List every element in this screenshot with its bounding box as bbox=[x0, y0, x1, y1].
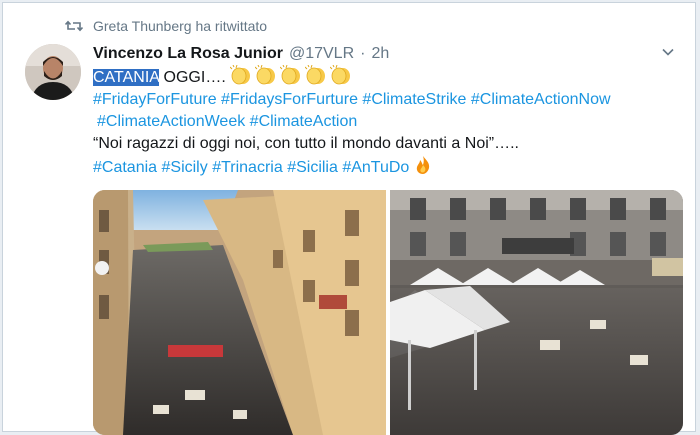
hashtag-link[interactable]: #AnTuDo bbox=[342, 159, 409, 176]
clapping-hands-icon bbox=[255, 65, 276, 85]
hashtag-link[interactable]: #Sicilia bbox=[287, 159, 338, 176]
fire-icon bbox=[416, 156, 429, 174]
display-name[interactable]: Vincenzo La Rosa Junior bbox=[93, 43, 283, 65]
tweet-text: OGGI…. bbox=[159, 69, 231, 86]
media-photo-street[interactable] bbox=[93, 190, 386, 435]
tweet-content: Vincenzo La Rosa Junior @17VLR · 2h CATA… bbox=[93, 43, 673, 179]
retweet-context: Greta Thunberg ha ritwittato bbox=[65, 18, 267, 34]
tweet-line-5: #Catania #Sicily #Trinacria #Sicilia #An… bbox=[93, 155, 673, 179]
tweet-media[interactable] bbox=[93, 190, 683, 435]
selected-text: CATANIA bbox=[93, 69, 160, 86]
crowd-square-photo bbox=[390, 190, 683, 435]
hashtag-link[interactable]: #ClimateActionWeek bbox=[97, 113, 245, 130]
tweet-header: Vincenzo La Rosa Junior @17VLR · 2h bbox=[93, 43, 673, 65]
user-handle[interactable]: @17VLR bbox=[289, 43, 354, 65]
hashtag-link[interactable]: #ClimateStrike bbox=[362, 91, 466, 108]
clapping-hands-icon bbox=[230, 65, 355, 86]
tweet-line-2: #FridayForFuture #FridaysForFurture #Cli… bbox=[93, 89, 673, 111]
avatar[interactable] bbox=[25, 44, 81, 100]
hashtag-link[interactable]: #ClimateAction bbox=[250, 113, 358, 130]
clapping-hands-icon bbox=[330, 65, 351, 85]
separator-dot: · bbox=[360, 45, 366, 62]
clapping-hands-icon bbox=[230, 65, 251, 85]
retweet-icon bbox=[65, 20, 83, 32]
clapping-hands-icon bbox=[305, 65, 326, 85]
retweet-text[interactable]: Greta Thunberg ha ritwittato bbox=[93, 18, 267, 34]
hashtag-link[interactable]: #FridayForFuture bbox=[93, 91, 217, 108]
hashtag-link[interactable]: #ClimateActionNow bbox=[471, 91, 611, 108]
clapping-hands-icon bbox=[280, 65, 301, 85]
hashtag-link[interactable]: #Trinacria bbox=[212, 159, 283, 176]
hashtag-link[interactable]: #FridaysForFurture bbox=[221, 91, 358, 108]
hashtag-link[interactable]: #Catania bbox=[93, 159, 157, 176]
tweet-quote: “Noi ragazzi di oggi noi, con tutto il m… bbox=[93, 135, 519, 152]
timestamp[interactable]: 2h bbox=[371, 43, 389, 65]
hashtag-link[interactable]: #Sicily bbox=[162, 159, 208, 176]
avatar-image bbox=[25, 44, 81, 100]
tweet-card[interactable]: Greta Thunberg ha ritwittato Vincenzo La… bbox=[2, 2, 696, 435]
tweet-line-3: #ClimateActionWeek #ClimateAction bbox=[93, 111, 673, 133]
crowd-street-photo bbox=[93, 190, 386, 435]
tweet-line-1: CATANIA OGGI…. bbox=[93, 65, 673, 89]
media-photo-square[interactable] bbox=[390, 190, 683, 435]
